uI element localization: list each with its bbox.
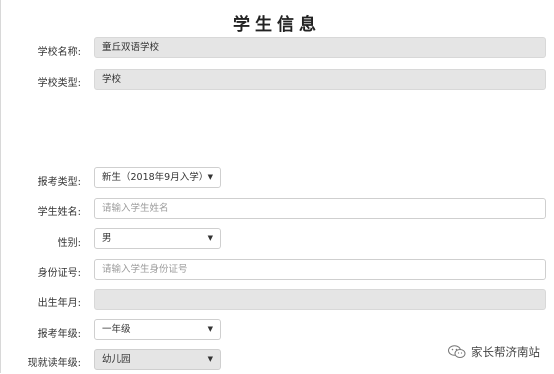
exam-type-select[interactable]: 新生（2018年9月入学） ▼	[94, 167, 221, 188]
current-grade-label: 现就读年级:	[27, 358, 81, 369]
caret-down-icon: ▼	[207, 173, 213, 181]
birth-date-label: 出生年月:	[37, 298, 81, 309]
watermark: 家长帮济南站	[448, 344, 540, 360]
watermark-text: 家长帮济南站	[471, 345, 540, 359]
grade-label: 报考年级:	[37, 329, 81, 340]
gender-label: 性别:	[57, 238, 81, 249]
grade-value: 一年级	[102, 324, 131, 335]
exam-type-value: 新生（2018年9月入学）	[102, 172, 209, 183]
student-name-label: 学生姓名:	[37, 207, 81, 218]
birth-date-field	[94, 289, 546, 310]
exam-type-label: 报考类型:	[37, 177, 81, 188]
gender-value: 男	[102, 233, 112, 244]
wechat-icon	[448, 345, 466, 358]
id-number-label: 身份证号:	[37, 268, 81, 279]
current-grade-value: 幼儿园	[102, 354, 131, 365]
school-name-field: 童丘双语学校	[94, 37, 546, 58]
id-number-input[interactable]: 请输入学生身份证号	[94, 259, 546, 280]
student-name-input[interactable]: 请输入学生姓名	[94, 198, 546, 219]
school-type-field: 学校	[94, 69, 546, 90]
current-grade-select[interactable]: 幼儿园 ▼	[94, 349, 221, 370]
school-type-label: 学校类型:	[37, 78, 81, 89]
caret-down-icon: ▼	[207, 234, 213, 242]
gender-select[interactable]: 男 ▼	[94, 228, 221, 249]
page-title: 学生信息	[233, 15, 321, 35]
grade-select[interactable]: 一年级 ▼	[94, 319, 221, 340]
school-name-label: 学校名称:	[37, 47, 81, 58]
caret-down-icon: ▼	[207, 325, 213, 333]
caret-down-icon: ▼	[207, 355, 213, 363]
